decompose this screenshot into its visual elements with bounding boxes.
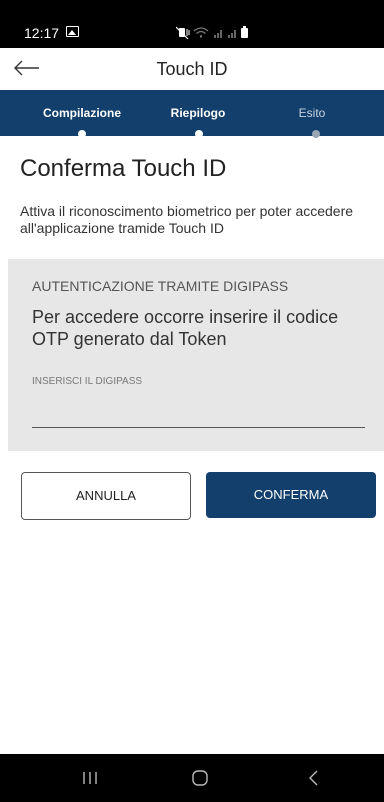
- app-bar: Touch ID: [0, 48, 384, 90]
- confirm-button[interactable]: CONFERMA: [206, 472, 376, 518]
- step-indicator-active: [195, 130, 203, 138]
- card-message: Per accedere occorre inserire il codice …: [32, 307, 339, 349]
- status-bar: 12:17: [0, 0, 384, 48]
- gallery-icon: [66, 26, 79, 37]
- system-nav-bar: [0, 754, 384, 802]
- mute-vibrate-icon: [176, 26, 190, 40]
- battery-icon: [241, 26, 248, 38]
- digipass-input[interactable]: [32, 397, 365, 428]
- signal-icon: [214, 30, 222, 38]
- cancel-button[interactable]: ANNULLA: [21, 472, 191, 520]
- page-header-title: Touch ID: [156, 59, 228, 79]
- progress-stepper: Compilazione Riepilogo Esito: [0, 90, 384, 138]
- card-label: AUTENTICAZIONE TRAMITE DIGIPASS: [32, 278, 289, 294]
- digipass-input-label: INSERISCI IL DIGIPASS: [32, 376, 143, 387]
- step-riepilogo: Riepilogo: [170, 106, 226, 120]
- step-compilazione: Compilazione: [42, 106, 121, 120]
- step-indicator-pending: [312, 130, 320, 138]
- page-title: Conferma Touch ID: [20, 155, 227, 182]
- home-icon[interactable]: [180, 766, 220, 790]
- status-time: 12:17: [24, 25, 60, 41]
- status-icons: [176, 26, 248, 40]
- step-esito: Esito: [298, 106, 326, 120]
- wifi-icon: [193, 27, 209, 38]
- step-indicator-completed: [78, 130, 86, 138]
- page-description: Attiva il riconoscimento biometrico per …: [20, 203, 354, 236]
- recent-apps-icon[interactable]: [70, 766, 110, 790]
- back-icon[interactable]: [294, 766, 334, 790]
- digipass-auth-card: AUTENTICAZIONE TRAMITE DIGIPASS Per acce…: [8, 259, 384, 451]
- signal-icon: [228, 30, 236, 38]
